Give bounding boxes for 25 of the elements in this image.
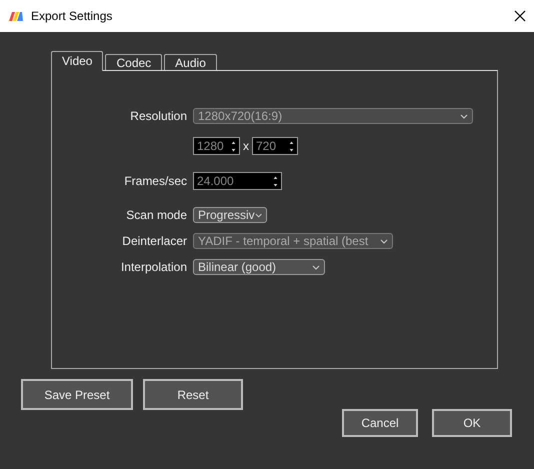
chevron-down-icon [380, 238, 388, 244]
reset-button[interactable]: Reset [143, 379, 243, 410]
times-sign: x [243, 139, 249, 153]
field-label: Scan mode [125, 208, 187, 222]
window-title: Export Settings [31, 9, 114, 23]
spin-arrows-icon [289, 140, 294, 152]
close-icon[interactable] [514, 10, 526, 22]
spin-arrows-icon [273, 176, 278, 186]
field-label: Frames/sec [123, 174, 187, 188]
save-preset-button[interactable]: Save Preset [21, 379, 133, 410]
field-label: Resolution [129, 109, 187, 123]
interpolation-dropdown[interactable]: Bilinear (good) [193, 259, 325, 275]
tab[interactable]: Codec [105, 54, 162, 70]
field-label: Deinterlacer [121, 234, 187, 248]
chevron-down-icon [460, 114, 468, 118]
scan-mode-dropdown[interactable]: Progressiv [193, 207, 267, 223]
field-label: Interpolation [120, 260, 187, 274]
chevron-down-icon [312, 264, 320, 270]
chevron-down-icon [254, 212, 262, 218]
ok-button[interactable]: OK [432, 409, 512, 437]
app-logo-icon [8, 10, 24, 22]
tab[interactable]: Video [51, 51, 104, 71]
cancel-button[interactable]: Cancel [342, 409, 418, 437]
spin-arrows-icon [231, 140, 236, 152]
tab[interactable]: Audio [164, 54, 217, 70]
